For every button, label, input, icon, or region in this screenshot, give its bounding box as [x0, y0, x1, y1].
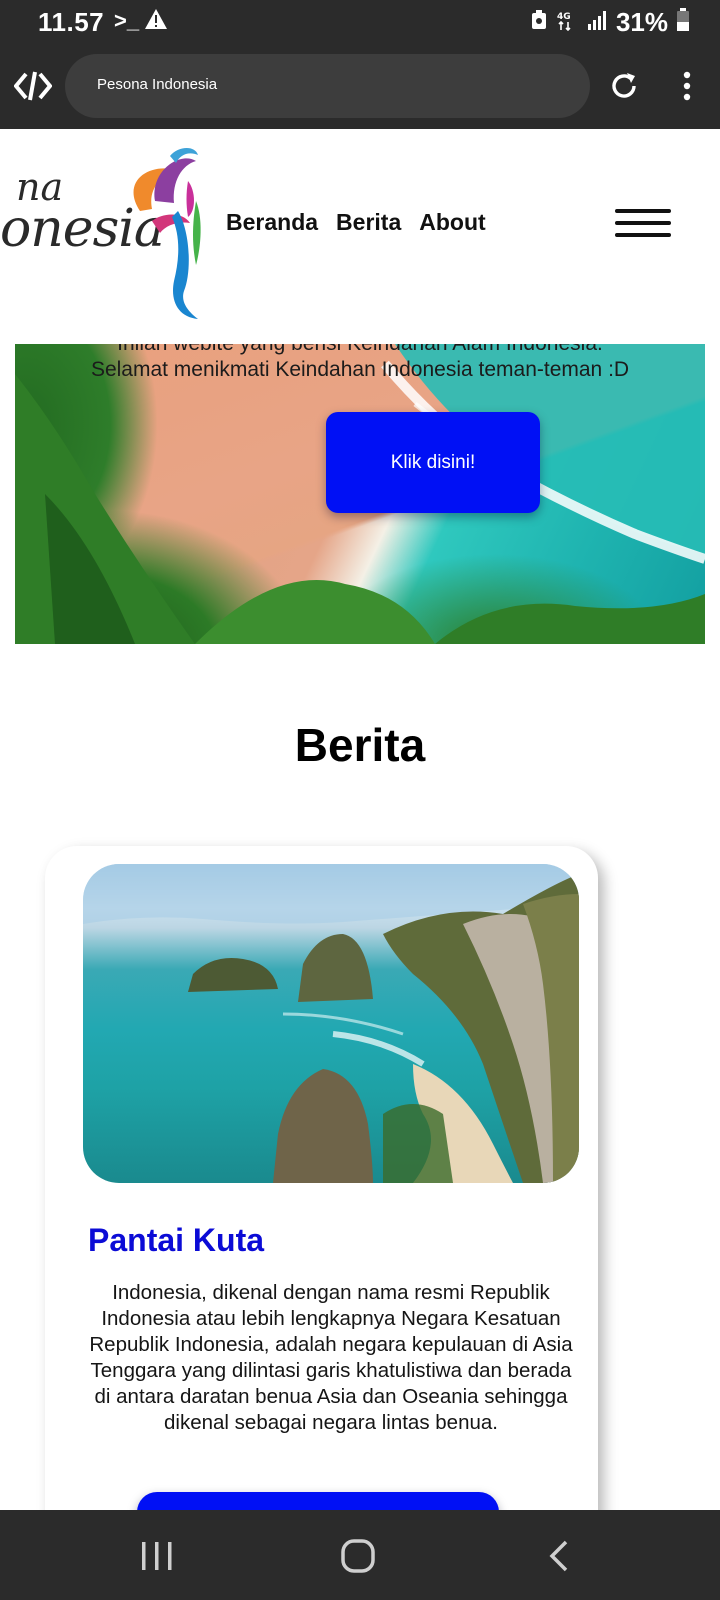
- nav-berita[interactable]: Berita: [336, 209, 401, 236]
- reload-icon[interactable]: [608, 70, 640, 107]
- news-card-title[interactable]: Pantai Kuta: [88, 1222, 264, 1259]
- signal-icon: [586, 9, 608, 36]
- address-bar[interactable]: Pesona Indonesia: [65, 54, 590, 118]
- address-bar-title: Pesona Indonesia: [97, 76, 218, 93]
- recent-apps-icon[interactable]: [140, 1540, 174, 1577]
- status-bar: 11.57 >_ 4G 31%: [0, 0, 720, 44]
- status-right: 4G 31%: [530, 7, 690, 38]
- battery-icon: [676, 8, 690, 37]
- status-time: 11.57: [38, 7, 105, 37]
- site-header: na onesia Beranda Berita About: [0, 129, 720, 344]
- news-card-image[interactable]: [83, 864, 579, 1183]
- news-card-text: Indonesia, dikenal dengan nama resmi Rep…: [89, 1281, 573, 1434]
- klik-disini-button[interactable]: Klik disini!: [326, 412, 540, 513]
- svg-text:4G: 4G: [557, 12, 571, 22]
- terminal-icon: >_: [114, 8, 140, 33]
- berita-section-title: Berita: [294, 719, 426, 771]
- hero-text-line-1: Inilah webite yang berisi Keindahan Alam…: [15, 344, 705, 356]
- browser-toolbar: Pesona Indonesia: [0, 44, 720, 129]
- data-saver-icon: [530, 9, 548, 36]
- network-4g-icon: 4G: [556, 9, 578, 36]
- beach-island-image: [83, 864, 579, 1183]
- warning-icon: [144, 8, 168, 35]
- back-icon[interactable]: [548, 1540, 570, 1577]
- hero-banner: Inilah webite yang berisi Keindahan Alam…: [15, 344, 705, 644]
- hamburger-icon[interactable]: [615, 209, 671, 241]
- main-nav: Beranda Berita About: [226, 209, 486, 236]
- nav-about[interactable]: About: [419, 209, 485, 236]
- battery-percent: 31%: [615, 7, 668, 37]
- news-card: Pantai Kuta Indonesia, dikenal dengan na…: [45, 846, 598, 1600]
- more-vert-icon[interactable]: [680, 70, 694, 107]
- screen: 11.57 >_ 4G 31% Pesona Indonesia na ones…: [0, 0, 720, 1600]
- code-extension-icon[interactable]: [13, 70, 53, 107]
- system-navigation-bar: [0, 1510, 720, 1600]
- pesona-indonesia-logo[interactable]: na onesia: [0, 141, 204, 321]
- garuda-logo-mark: [133, 147, 201, 319]
- hero-text-line-2: Selamat menikmati Keindahan Indonesia te…: [90, 358, 630, 381]
- home-icon[interactable]: [340, 1538, 376, 1579]
- nav-beranda[interactable]: Beranda: [226, 209, 318, 236]
